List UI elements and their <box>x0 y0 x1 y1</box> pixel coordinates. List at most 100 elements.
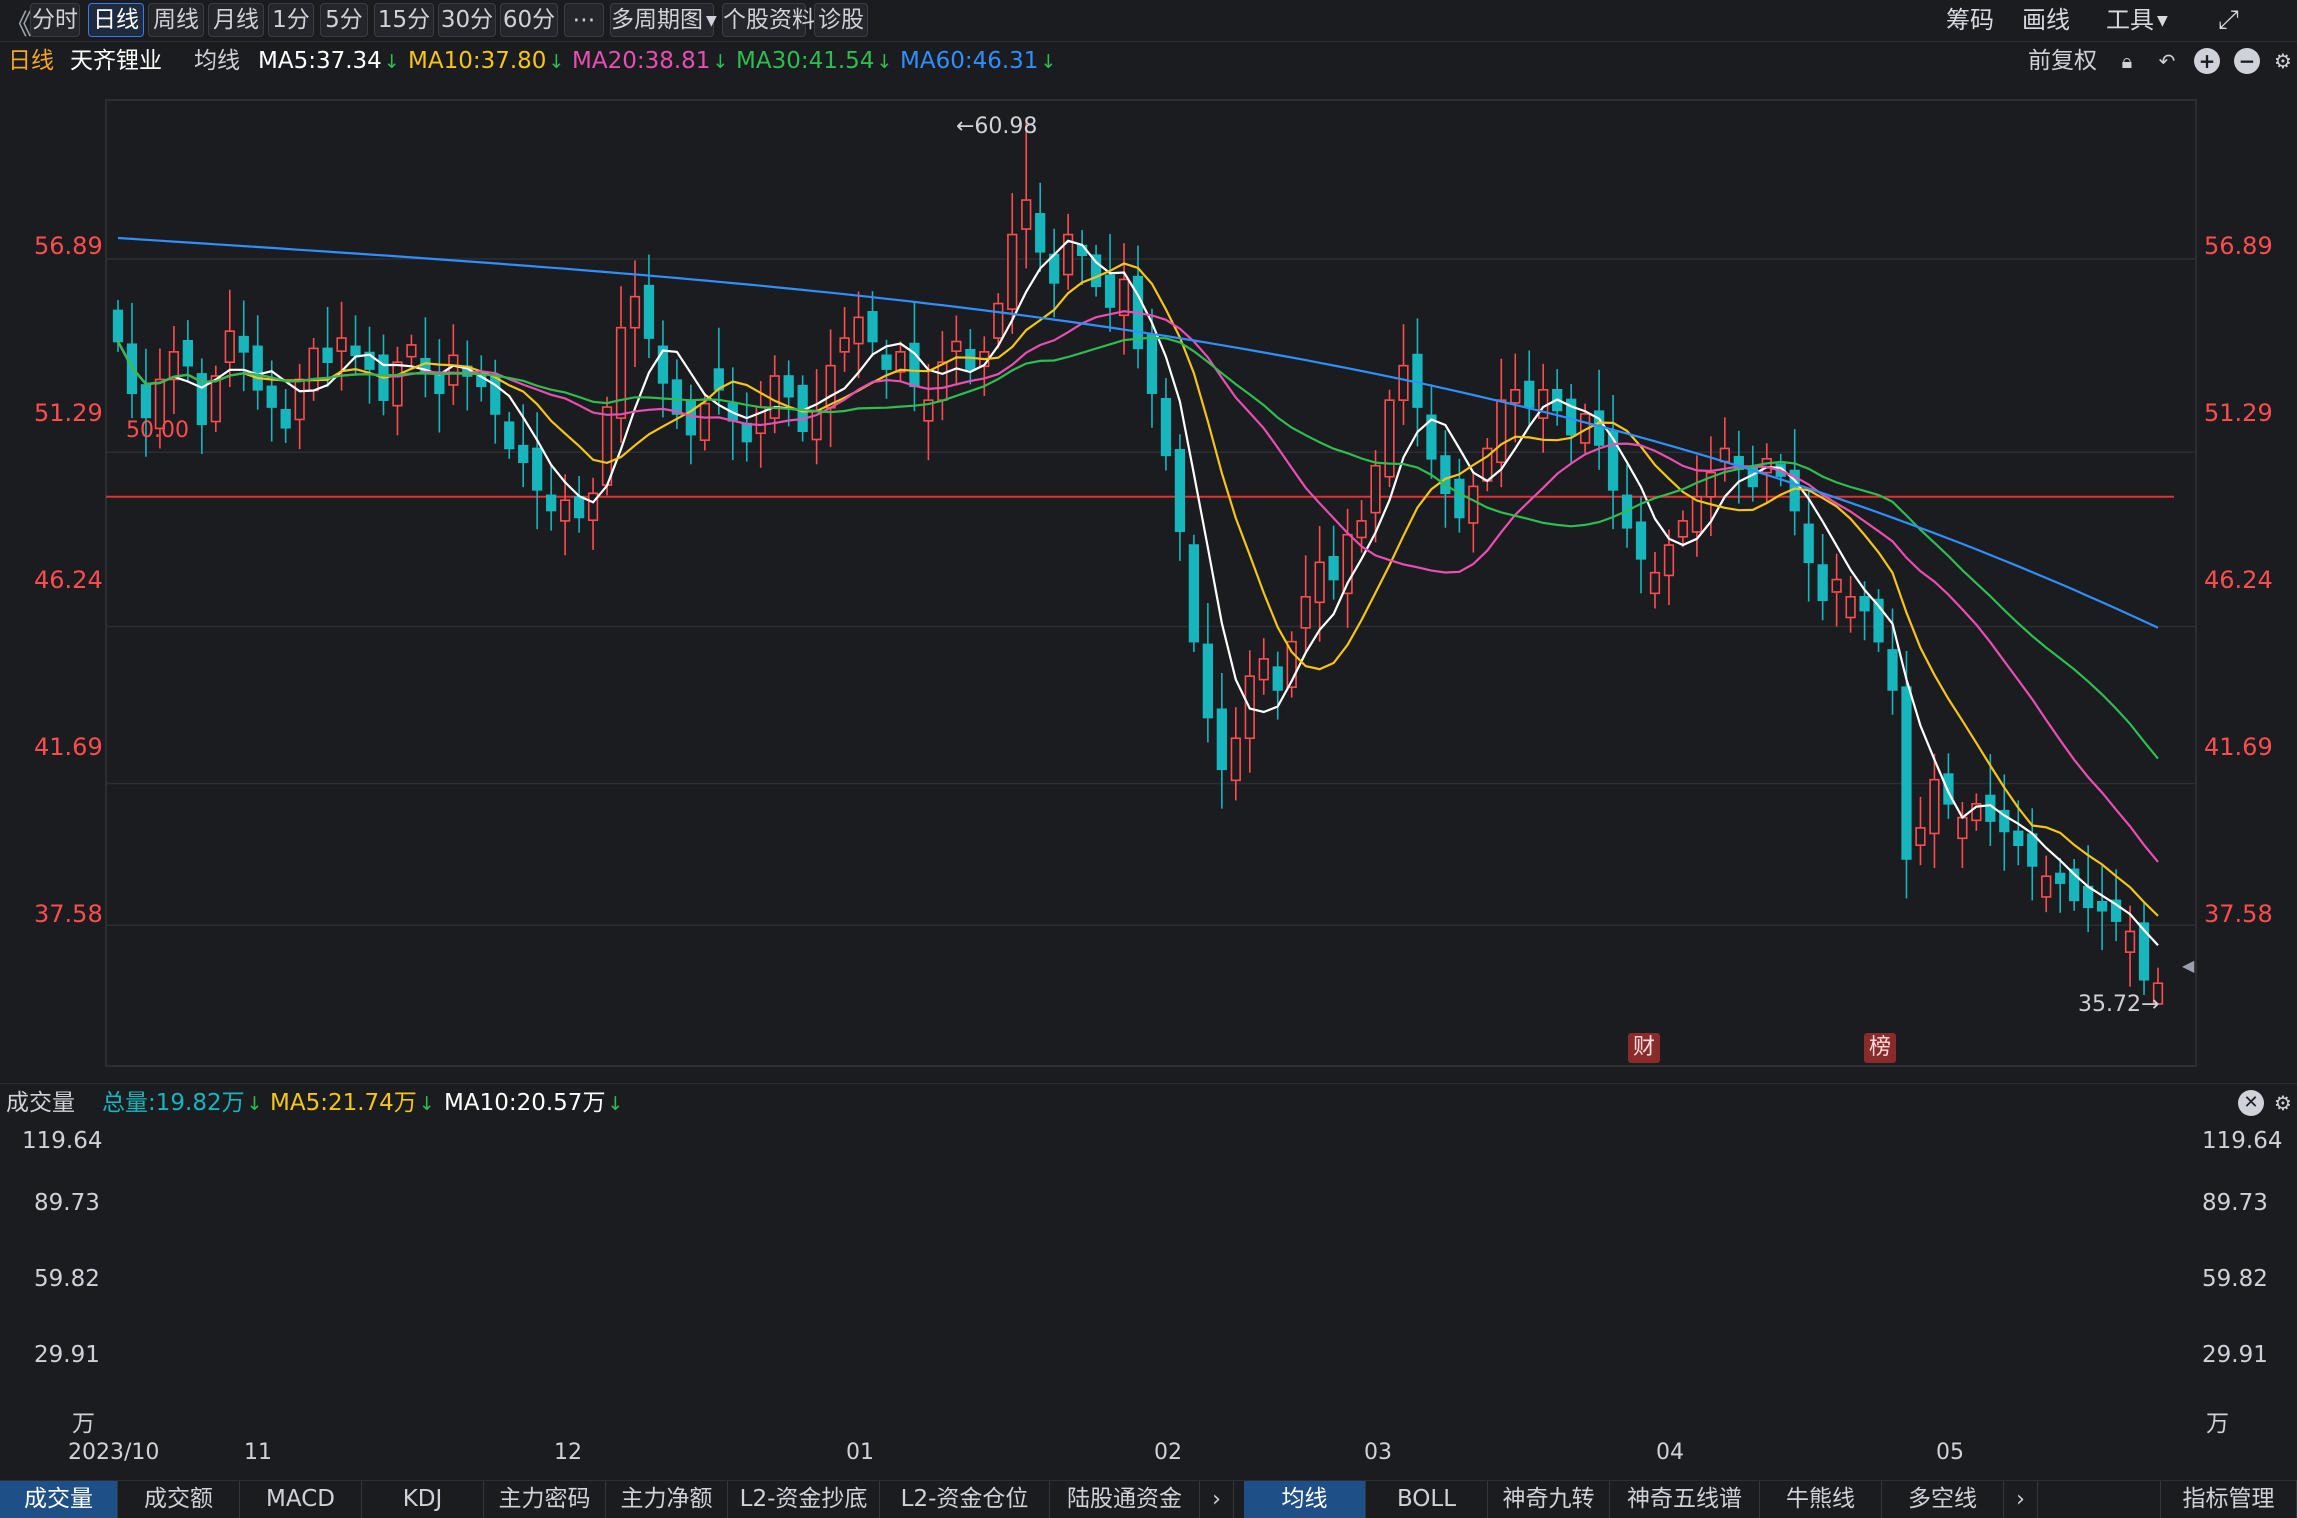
candle-body <box>252 345 263 391</box>
tab-l2-position[interactable]: L2-资金仓位 <box>880 1481 1050 1518</box>
candle-body <box>1118 278 1130 317</box>
financial-report-tag[interactable]: 财 <box>1628 1033 1660 1063</box>
candle-body <box>182 340 193 367</box>
candle-body <box>490 374 501 415</box>
candle-body <box>448 354 459 386</box>
candle-body <box>1328 555 1339 581</box>
period-button-1min[interactable]: 1分 <box>268 3 314 37</box>
candle-body <box>1021 199 1032 230</box>
draw-line-tool[interactable]: 画线 <box>2022 3 2070 37</box>
candle-body <box>2096 900 2108 912</box>
volume-settings-gear-icon[interactable]: ⚙ <box>2270 1090 2296 1116</box>
zoom-in-icon[interactable]: + <box>2194 48 2220 74</box>
volume-unit-right: 万 <box>2206 1411 2229 1437</box>
volume-axis-left-label: 29.91 <box>34 1342 100 1368</box>
candle-body <box>1174 449 1186 533</box>
candle-body <box>1384 399 1395 478</box>
tab-long-short[interactable]: 多空线 <box>1882 1481 2004 1518</box>
candle-body <box>406 344 417 358</box>
x-axis-label: 2023/10 <box>68 1440 160 1465</box>
tab-ma[interactable]: 均线 <box>1244 1481 1366 1518</box>
period-button-monthly[interactable]: 月线 <box>208 3 264 37</box>
price-axis-left-label: 41.69 <box>34 733 103 761</box>
tab-l2-bottom[interactable]: L2-资金抄底 <box>728 1481 880 1518</box>
dragon-tiger-list-tag[interactable]: 榜 <box>1864 1033 1896 1063</box>
price-axis-right-label: 46.24 <box>2204 566 2273 594</box>
tab-magic-five-lines[interactable]: 神奇五线谱 <box>1610 1481 1760 1518</box>
candle-body <box>1146 333 1158 395</box>
kline-panel[interactable] <box>0 84 2297 1084</box>
candle-body <box>1216 708 1227 771</box>
volume-total: 总量:19.82万 ↓ <box>102 1085 263 1121</box>
ma-label[interactable]: 均线 <box>194 44 240 78</box>
candle-body <box>1957 816 1968 840</box>
x-axis-label: 03 <box>1364 1440 1392 1465</box>
period-button-fenshi[interactable]: 分时 <box>30 3 80 37</box>
period-button-60min[interactable]: 60分 <box>500 3 558 37</box>
candle-body <box>1272 666 1283 691</box>
tab-boll[interactable]: BOLL <box>1366 1481 1488 1518</box>
candle-body <box>112 309 124 343</box>
candle-body <box>2055 872 2066 884</box>
tab-magic-nine[interactable]: 神奇九转 <box>1488 1481 1610 1518</box>
volume-axis-right-label: 119.64 <box>2202 1128 2283 1154</box>
volume-axis-right-label: 59.82 <box>2202 1266 2268 1292</box>
candle-body <box>1859 595 1870 612</box>
collapse-left-icon[interactable]: 《 <box>4 3 32 43</box>
x-axis-label: 05 <box>1936 1440 1964 1465</box>
down-arrow-icon: ↓ <box>418 1093 435 1115</box>
candle-body <box>1663 544 1675 577</box>
period-button-5min[interactable]: 5分 <box>320 3 368 37</box>
tab-main-force-net[interactable]: 主力净额 <box>606 1481 728 1518</box>
kline-chart-svg[interactable] <box>0 84 2297 1084</box>
adjust-mode[interactable]: 前复权 <box>2028 44 2097 78</box>
tabs-scroll-right-icon[interactable]: › <box>1200 1481 1234 1518</box>
candle-body <box>238 335 249 353</box>
indicator-management-button[interactable]: 指标管理 <box>2160 1481 2297 1518</box>
down-arrow-icon: ↓ <box>246 1093 263 1115</box>
ma20-line <box>117 310 2159 863</box>
period-button-weekly[interactable]: 周线 <box>148 3 204 37</box>
lock-icon[interactable]: 🔒︎ <box>2114 48 2140 74</box>
period-button-30min[interactable]: 30分 <box>438 3 496 37</box>
tab-macd[interactable]: MACD <box>240 1481 362 1518</box>
tab-volume[interactable]: 成交量 <box>0 1481 118 1518</box>
candle-body <box>1845 595 1856 619</box>
settings-gear-icon[interactable]: ⚙ <box>2270 48 2296 74</box>
price-axis-right-label: 41.69 <box>2204 733 2273 761</box>
stock-name[interactable]: 天齐锂业 <box>70 44 162 78</box>
period-button-15min[interactable]: 15分 <box>374 3 434 37</box>
candle-body <box>671 379 683 415</box>
candle-body <box>615 326 627 419</box>
close-volume-icon[interactable]: ✕ <box>2238 1090 2264 1116</box>
x-axis-label: 04 <box>1656 1440 1684 1465</box>
tab-bull-bear[interactable]: 牛熊线 <box>1760 1481 1882 1518</box>
tools-dropdown[interactable]: 工具 ▼ <box>2106 3 2168 37</box>
chevron-down-icon: ▼ <box>2157 13 2168 29</box>
candle-body <box>266 385 277 408</box>
candle-body <box>1007 233 1018 310</box>
down-arrow-icon: ↓ <box>607 1093 624 1115</box>
tab-kdj[interactable]: KDJ <box>362 1481 484 1518</box>
volume-ma10-text: MA10:20.57万 <box>444 1090 606 1116</box>
tab-turnover[interactable]: 成交额 <box>118 1481 240 1518</box>
candle-body <box>280 409 291 429</box>
diagnosis-button[interactable]: 诊股 <box>814 3 868 37</box>
ma5-value: MA5:37.34 ↓ <box>258 44 400 78</box>
price-axis-left-label: 37.58 <box>34 900 103 928</box>
chips-tool[interactable]: 筹码 <box>1946 3 1994 37</box>
zoom-out-icon[interactable]: − <box>2234 48 2260 74</box>
multi-period-dropdown[interactable]: 多周期图 ▼ <box>610 3 717 37</box>
tabs-scroll-right-icon[interactable]: › <box>2004 1481 2038 1518</box>
candle-body <box>1035 213 1046 253</box>
undo-icon[interactable]: ↶ <box>2154 48 2180 74</box>
fullscreen-icon[interactable]: ⤢ <box>2218 3 2239 37</box>
candle-body <box>210 375 221 423</box>
stock-profile-button[interactable]: 个股资料 <box>722 3 815 37</box>
tab-hk-connect[interactable]: 陆股通资金 <box>1050 1481 1200 1518</box>
volume-axis-left-label: 59.82 <box>34 1266 100 1292</box>
period-button-daily[interactable]: 日线 <box>88 3 144 37</box>
candle-body <box>2013 830 2024 847</box>
more-periods-button[interactable]: ⋯ <box>564 3 604 37</box>
tab-main-force-code[interactable]: 主力密码 <box>484 1481 606 1518</box>
